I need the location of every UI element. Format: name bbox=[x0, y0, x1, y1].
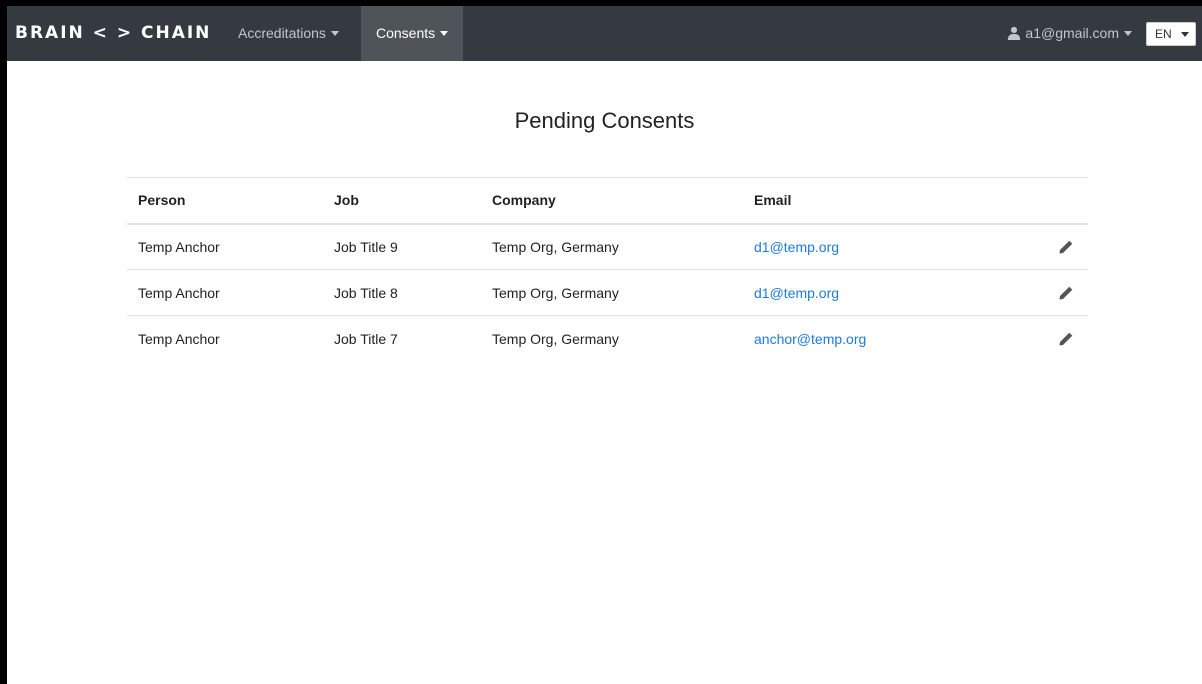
pencil-icon[interactable] bbox=[1058, 285, 1074, 301]
caret-down-icon bbox=[330, 31, 339, 36]
user-icon bbox=[1008, 26, 1021, 40]
pencil-icon[interactable] bbox=[1058, 331, 1074, 347]
table-row: Temp Anchor Job Title 9 Temp Org, German… bbox=[127, 223, 1088, 270]
column-header-email: Email bbox=[743, 177, 1033, 225]
table-row: Temp Anchor Job Title 7 Temp Org, German… bbox=[127, 316, 1088, 362]
cell-email: d1@temp.org bbox=[743, 269, 1033, 316]
language-select[interactable]: EN bbox=[1146, 22, 1196, 46]
nav-accreditations-label: Accreditations bbox=[238, 25, 326, 41]
email-link[interactable]: d1@temp.org bbox=[754, 285, 839, 301]
cell-job: Job Title 9 bbox=[323, 223, 481, 270]
caret-down-icon bbox=[440, 31, 449, 36]
user-email-label: a1@gmail.com bbox=[1025, 25, 1119, 41]
cell-email: d1@temp.org bbox=[743, 223, 1033, 270]
column-header-person: Person bbox=[127, 177, 323, 225]
cell-job: Job Title 7 bbox=[334, 330, 398, 347]
nav-accreditations-dropdown[interactable]: Accreditations bbox=[223, 6, 354, 61]
cell-job: Job Title 8 bbox=[323, 269, 481, 316]
email-link[interactable]: d1@temp.org bbox=[754, 239, 839, 255]
cell-email: anchor@temp.org bbox=[743, 316, 1033, 362]
cell-company: Temp Org, Germany bbox=[481, 223, 743, 270]
pencil-icon[interactable] bbox=[1058, 239, 1074, 255]
nav-consents-dropdown[interactable]: Consents bbox=[361, 6, 464, 61]
cell-company: Temp Org, Germany bbox=[492, 330, 619, 347]
column-header-job: Job bbox=[323, 177, 481, 225]
column-header-company: Company bbox=[481, 177, 743, 225]
caret-down-icon bbox=[1124, 31, 1132, 36]
top-navbar: BRAIN < > CHAIN Accreditations Consents … bbox=[7, 6, 1202, 61]
cell-person: Temp Anchor bbox=[138, 330, 220, 347]
cell-person: Temp Anchor bbox=[127, 223, 323, 270]
pending-consents-table: Person Job Company Email Temp Anchor Job… bbox=[127, 177, 1088, 362]
table-header-row: Person Job Company Email bbox=[127, 177, 1088, 225]
caret-down-icon bbox=[1181, 32, 1189, 37]
brand-logo[interactable]: BRAIN < > CHAIN bbox=[15, 6, 211, 61]
cell-person: Temp Anchor bbox=[127, 269, 323, 316]
user-account-dropdown[interactable]: a1@gmail.com bbox=[1007, 6, 1132, 61]
cell-actions bbox=[1033, 223, 1088, 270]
cell-actions bbox=[1033, 269, 1088, 316]
nav-consents-label: Consents bbox=[376, 25, 436, 41]
table-row: Temp Anchor Job Title 8 Temp Org, German… bbox=[127, 269, 1088, 316]
cell-company: Temp Org, Germany bbox=[481, 269, 743, 316]
email-link[interactable]: anchor@temp.org bbox=[754, 331, 866, 347]
column-header-actions bbox=[1033, 177, 1088, 225]
page-title: Pending Consents bbox=[514, 108, 695, 133]
language-value: EN bbox=[1155, 27, 1172, 41]
cell-actions bbox=[1033, 316, 1088, 362]
app-window: BRAIN < > CHAIN Accreditations Consents … bbox=[7, 6, 1202, 684]
